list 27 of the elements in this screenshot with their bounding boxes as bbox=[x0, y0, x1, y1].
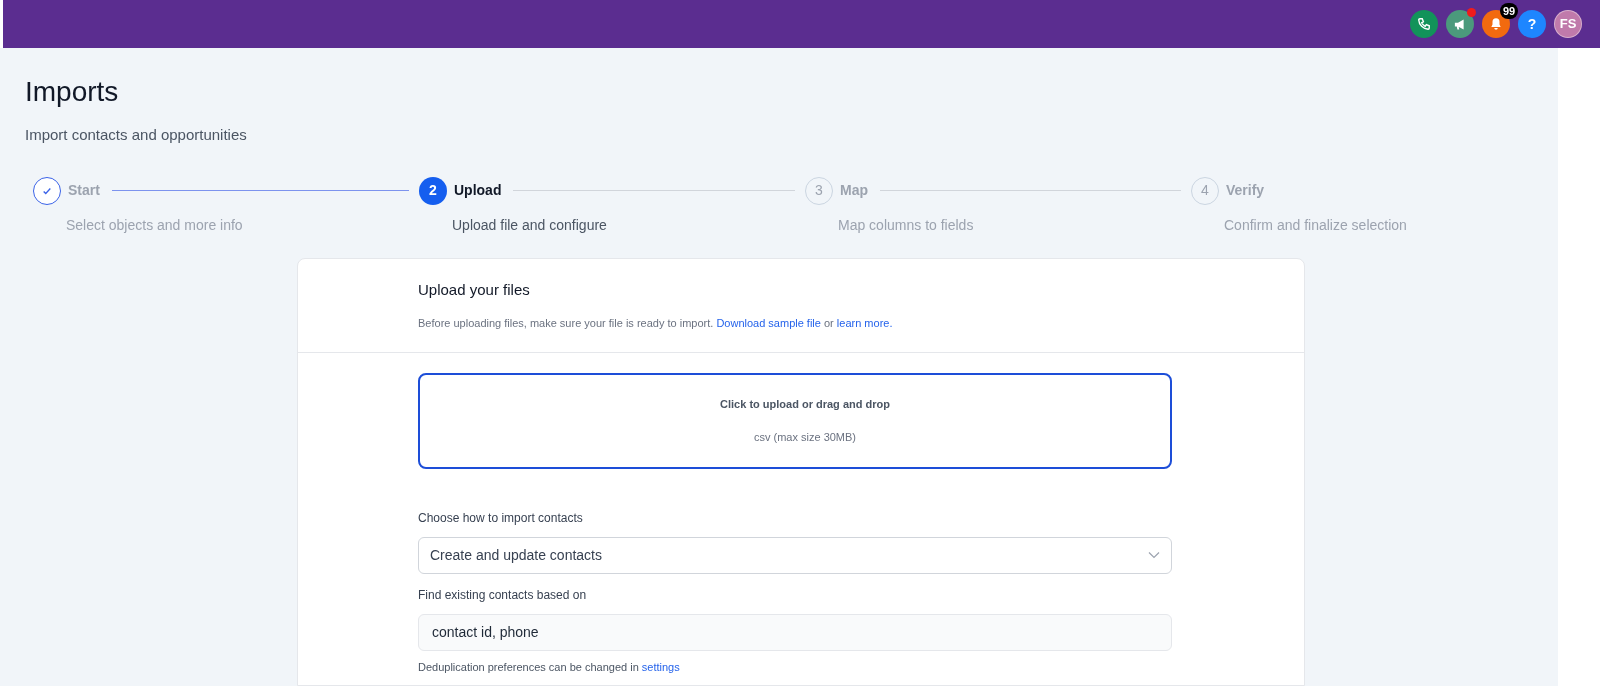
page-subtitle: Import contacts and opportunities bbox=[25, 125, 248, 145]
step-description: Map columns to fields bbox=[838, 215, 975, 235]
settings-link[interactable]: settings bbox=[641, 660, 680, 673]
megaphone-button[interactable] bbox=[1446, 10, 1474, 38]
learn-more-link[interactable]: learn more. bbox=[836, 317, 893, 329]
dedup-note: Deduplication preferences can be changed in settings bbox=[418, 659, 681, 675]
notification-count: 99 bbox=[1500, 3, 1518, 19]
page-title: Imports bbox=[25, 75, 120, 109]
card-title: Upload your files bbox=[418, 279, 531, 300]
chevron-down-icon bbox=[1148, 551, 1160, 559]
match-field[interactable]: contact id, phone bbox=[418, 613, 1172, 651]
step-number: 2 bbox=[419, 176, 447, 205]
intro-text: Before uploading files, make sure your file is ready to import. Download sample file or learn more. bbox=[418, 316, 894, 331]
bell-icon bbox=[1489, 17, 1503, 31]
sample-file-link[interactable]: Download sample file bbox=[716, 317, 821, 329]
avatar-button[interactable]: FS bbox=[1554, 10, 1582, 38]
import-mode-label: Choose how to import contacts bbox=[418, 509, 584, 527]
help-button[interactable]: ? bbox=[1518, 10, 1546, 38]
step-label[interactable]: Upload bbox=[454, 180, 502, 201]
upload-dropzone[interactable]: Click to upload or drag and drop csv (max size 30MB) bbox=[418, 372, 1172, 469]
step-description: Confirm and finalize selection bbox=[1224, 215, 1408, 235]
step-description: Upload file and configure bbox=[452, 215, 608, 235]
step-description: Select objects and more info bbox=[66, 215, 244, 235]
phone-button[interactable] bbox=[1410, 10, 1438, 38]
match-label: Find existing contacts based on bbox=[418, 586, 588, 604]
import-mode-select[interactable]: Create and update contacts bbox=[418, 536, 1172, 574]
phone-icon bbox=[1417, 17, 1431, 31]
